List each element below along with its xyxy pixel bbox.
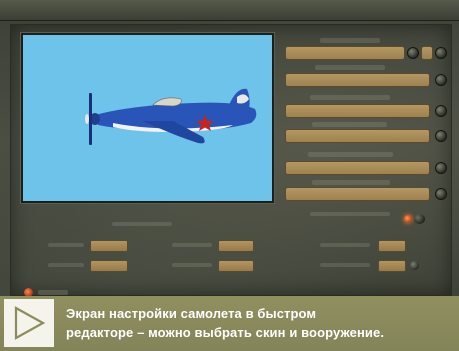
option-toggle[interactable] [404,214,426,224]
param-knob[interactable] [410,261,419,270]
param-label [172,243,212,247]
caption-bar: Экран настройки самолета в быстром редак… [0,296,459,351]
option-row-4 [285,129,447,143]
toggle-switch[interactable] [414,214,425,224]
section-label [112,222,172,226]
option-row-1 [285,46,447,60]
option-label [315,65,385,70]
option-small-field[interactable] [421,46,433,60]
option-field-5[interactable] [285,161,430,175]
param-field-2[interactable] [218,240,254,252]
aircraft-image [85,88,257,145]
caption-text: Экран настройки самолета в быстром редак… [66,304,454,342]
option-label [312,122,387,127]
option-row-6 [285,187,447,201]
top-bar [0,0,459,21]
param-label [48,243,84,247]
option-label [312,180,390,185]
param-field-3[interactable] [378,240,406,252]
caption-line-2: редакторе – можно выбрать скин и вооруже… [66,325,385,340]
option-knob-5[interactable] [435,162,447,174]
option-label [320,38,380,43]
status-led [404,215,412,223]
game-screen: Экран настройки самолета в быстром редак… [0,0,459,351]
param-label [320,263,370,267]
option-row-5 [285,161,447,175]
option-knob-6[interactable] [435,188,447,200]
param-field-1[interactable] [90,240,128,252]
option-field-6[interactable] [285,187,430,201]
param-field-4[interactable] [90,260,128,272]
param-label [48,263,84,267]
option-field-4[interactable] [285,129,430,143]
option-label [308,152,393,157]
option-knob-2[interactable] [435,74,447,86]
option-row-2 [285,73,447,87]
param-label [320,243,370,247]
option-field-1[interactable] [285,46,405,60]
option-field-3[interactable] [285,104,430,118]
option-knob-1[interactable] [407,47,419,59]
aircraft-preview [21,33,274,203]
bottom-label [38,290,68,295]
toggle-label [310,212,390,216]
option-knob-3[interactable] [435,105,447,117]
option-knob-4[interactable] [435,130,447,142]
param-field-5[interactable] [218,260,254,272]
option-row-3 [285,104,447,118]
play-triangle-icon [4,299,54,347]
param-field-6[interactable] [378,260,406,272]
caption-line-1: Экран настройки самолета в быстром [66,306,317,321]
option-field-2[interactable] [285,73,430,87]
param-label [172,263,212,267]
option-knob-1b[interactable] [435,47,447,59]
option-label [310,95,390,100]
